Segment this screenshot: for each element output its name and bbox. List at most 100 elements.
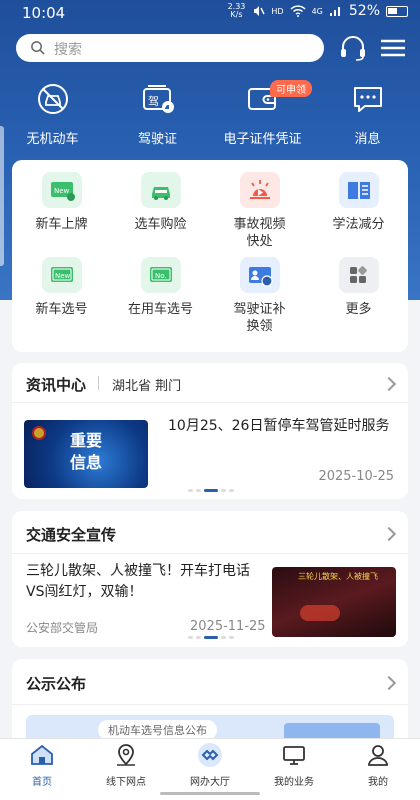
services-card: New 新车上牌 选车购险 事故视频快处 学法减分 New 新车选号 No. 在… xyxy=(12,160,408,352)
speed-unit: K/s xyxy=(230,10,243,19)
more-grid-icon xyxy=(338,257,379,293)
net-label: 4G xyxy=(311,6,323,16)
car-insurance-icon xyxy=(140,172,181,208)
quick-action-label: 电子证件凭证 xyxy=(223,132,302,147)
service-label: 事故视频快处 xyxy=(233,217,286,249)
safety-headline[interactable]: 三轮儿散架、人被撞飞！开车打电话VS闯红灯，双输！ xyxy=(26,561,258,603)
search-placeholder: 搜索 xyxy=(54,42,82,58)
divider xyxy=(12,553,408,554)
safety-thumbnail[interactable]: 三轮儿散架、人被撞飞 xyxy=(272,567,396,637)
wifi-icon xyxy=(290,5,306,17)
user-icon xyxy=(368,745,388,766)
accident-video-icon xyxy=(239,172,280,208)
news-title: 资讯中心 xyxy=(26,376,87,394)
side-drawer-handle[interactable] xyxy=(0,126,4,266)
license-replace-icon xyxy=(239,257,280,293)
service-study-points[interactable]: 学法减分 xyxy=(309,172,408,233)
status-bar: 10:04 2.33 K/s HD 4G 52% xyxy=(0,0,420,26)
tab-offline-outlets[interactable]: 线下网点 xyxy=(84,743,168,788)
notice-banner-pill: 机动车选号信息公布 xyxy=(98,720,217,740)
tab-online-hall[interactable]: 网办大厅 xyxy=(168,743,252,788)
message-icon xyxy=(353,87,382,112)
quick-action-messages[interactable]: 消息 xyxy=(315,82,420,147)
svg-text:No.: No. xyxy=(155,272,167,280)
safety-title: 交通安全宣传 xyxy=(26,526,117,544)
chevron-right-icon[interactable] xyxy=(381,526,397,542)
chevron-right-icon[interactable] xyxy=(381,675,397,691)
battery-icon xyxy=(386,5,408,17)
battery-percent: 52% xyxy=(348,3,380,19)
service-label: 更多 xyxy=(345,302,372,317)
service-accident-video[interactable]: 事故视频快处 xyxy=(210,172,309,250)
svg-text:New: New xyxy=(54,187,70,195)
search-icon xyxy=(31,41,45,55)
location-icon xyxy=(117,744,135,766)
quick-action-label: 无机动车 xyxy=(26,132,79,147)
bottom-tab-bar: 首页 线下网点 网办大厅 我的业务 我的 xyxy=(0,738,420,800)
news-card: 资讯中心 湖北省 荆门 重要 信息 10月25、26日暂停车驾管延时服务 202… xyxy=(12,363,408,499)
tab-label: 线下网点 xyxy=(106,777,146,788)
news-headline[interactable]: 10月25、26日暂停车驾管延时服务 xyxy=(168,415,389,435)
news-date: 2025-10-25 xyxy=(318,469,394,484)
carousel-dots xyxy=(188,489,234,492)
divider xyxy=(98,376,99,390)
service-label: 新车上牌 xyxy=(35,217,88,232)
svg-text:驾: 驾 xyxy=(148,95,159,108)
network-speed: 2.33 K/s xyxy=(228,3,246,19)
headset-icon[interactable] xyxy=(338,34,368,62)
service-new-number[interactable]: New 新车选号 xyxy=(12,257,111,318)
service-label: 新车选号 xyxy=(35,302,88,317)
quick-actions: 无机动车 驾 驾驶证 电子证件凭证 消息 xyxy=(0,82,420,147)
signal-icon xyxy=(329,7,340,16)
service-label: 选车购险 xyxy=(134,217,187,232)
divider xyxy=(12,704,408,705)
chevron-right-icon[interactable] xyxy=(381,376,397,392)
study-book-icon xyxy=(338,172,379,208)
monitor-icon xyxy=(283,746,305,765)
service-license-replace[interactable]: 驾驶证补换领 xyxy=(210,257,309,335)
svg-text:New: New xyxy=(55,272,71,280)
home-indicator[interactable] xyxy=(160,792,260,795)
service-used-number[interactable]: No. 在用车选号 xyxy=(111,257,210,318)
thumb-text: 重要 xyxy=(70,431,103,450)
service-more[interactable]: 更多 xyxy=(309,257,408,318)
status-time: 10:04 xyxy=(22,4,66,22)
quick-action-label: 消息 xyxy=(354,132,381,147)
quick-action-license[interactable]: 驾 驾驶证 xyxy=(105,82,210,147)
thumb-caption: 三轮儿散架、人被撞飞 xyxy=(298,572,378,581)
service-label: 在用车选号 xyxy=(127,302,193,317)
used-number-icon: No. xyxy=(140,257,181,293)
quick-action-vehicle[interactable]: 无机动车 xyxy=(0,82,105,147)
police-emblem-icon xyxy=(32,426,46,440)
new-plate-icon: New xyxy=(41,172,82,208)
notice-title: 公示公布 xyxy=(26,675,87,693)
search-input[interactable]: 搜索 xyxy=(16,34,324,62)
crash-image xyxy=(300,605,340,621)
divider xyxy=(12,402,408,403)
tab-label: 我的业务 xyxy=(274,777,314,788)
service-car-insurance[interactable]: 选车购险 xyxy=(111,172,210,233)
tab-label: 网办大厅 xyxy=(190,777,230,788)
news-thumbnail[interactable]: 重要 信息 xyxy=(24,420,148,488)
car-icon xyxy=(37,84,68,114)
tab-my-business[interactable]: 我的业务 xyxy=(252,743,336,788)
hd-label: HD xyxy=(271,6,284,16)
safety-date: 2025-11-25 xyxy=(190,619,266,634)
quick-action-label: 驾驶证 xyxy=(137,132,177,147)
license-icon: 驾 xyxy=(142,85,174,113)
tab-home[interactable]: 首页 xyxy=(0,743,84,788)
service-label: 学法减分 xyxy=(332,217,385,232)
menu-icon[interactable] xyxy=(378,34,408,62)
thumb-text: 信息 xyxy=(70,453,103,472)
safety-card: 交通安全宣传 三轮儿散架、人被撞飞！开车打电话VS闯红灯，双输！ 公安部交管局 … xyxy=(12,511,408,647)
tab-mine[interactable]: 我的 xyxy=(336,743,420,788)
mute-icon xyxy=(254,6,266,16)
home-icon xyxy=(31,744,53,765)
service-new-plate[interactable]: New 新车上牌 xyxy=(12,172,111,233)
tab-label: 我的 xyxy=(368,777,388,788)
safety-source: 公安部交管局 xyxy=(26,621,99,635)
new-number-icon: New xyxy=(41,257,82,293)
news-location[interactable]: 湖北省 荆门 xyxy=(112,375,181,394)
notice-card: 公示公布 机动车选号信息公布 xyxy=(12,659,408,751)
hall-icon xyxy=(198,743,222,767)
